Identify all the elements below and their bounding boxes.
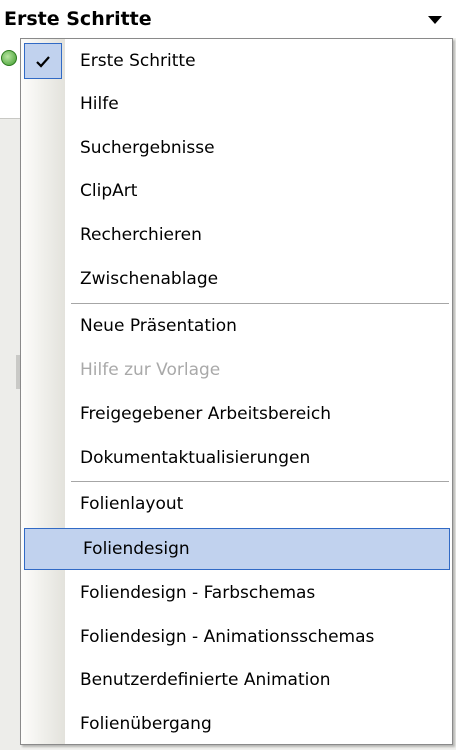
screen: Erste Schritte Erste Schritte Hilfe Such…	[0, 0, 456, 750]
menu-item-recherchieren[interactable]: Recherchieren	[21, 214, 452, 256]
back-icon[interactable]	[1, 50, 17, 66]
menu-item-suchergebnisse[interactable]: Suchergebnisse	[21, 127, 452, 169]
menu-item-folienuebergang[interactable]: Folienübergang	[21, 703, 452, 745]
menu-item-label: Folienlayout	[80, 494, 184, 514]
task-pane-header[interactable]: Erste Schritte	[0, 0, 456, 38]
menu-item-folienlayout[interactable]: Folienlayout	[21, 483, 452, 525]
menu-item-label: Foliendesign	[83, 539, 190, 559]
menu-item-label: Recherchieren	[80, 225, 202, 245]
triangle-down-icon[interactable]	[428, 16, 442, 24]
menu-item-zwischenablage[interactable]: Zwischenablage	[21, 258, 452, 300]
menu-item-neue-praesentation[interactable]: Neue Präsentation	[21, 305, 452, 347]
menu-item-dokumentaktualisierungen[interactable]: Dokumentaktualisierungen	[21, 437, 452, 479]
menu-item-foliendesign[interactable]: Foliendesign	[24, 528, 450, 570]
menu-item-label: Zwischenablage	[80, 269, 219, 289]
task-pane-title: Erste Schritte	[4, 8, 152, 30]
menu-item-hilfe-zur-vorlage: Hilfe zur Vorlage	[21, 349, 452, 391]
menu-item-label: Freigegebener Arbeitsbereich	[80, 404, 331, 424]
menu-item-label: Benutzerdefinierte Animation	[80, 670, 331, 690]
menu-item-label: Dokumentaktualisierungen	[80, 448, 311, 468]
menu-item-label: Suchergebnisse	[80, 138, 215, 158]
menu-item-foliendesign-animationsschemas[interactable]: Foliendesign - Animationsschemas	[21, 616, 452, 658]
menu-item-hilfe[interactable]: Hilfe	[21, 83, 452, 125]
menu-item-label: ClipArt	[80, 181, 138, 201]
menu-separator	[71, 303, 449, 304]
menu-item-benutzerdefinierte-animation[interactable]: Benutzerdefinierte Animation	[21, 659, 452, 701]
background-divider	[0, 118, 20, 119]
task-pane-menu: Erste Schritte Hilfe Suchergebnisse Clip…	[20, 38, 453, 745]
menu-separator	[71, 481, 449, 482]
menu-item-label: Foliendesign - Animationsschemas	[80, 627, 375, 647]
menu-item-label: Neue Präsentation	[80, 316, 237, 336]
menu-item-freigegebener-arbeitsbereich[interactable]: Freigegebener Arbeitsbereich	[21, 393, 452, 435]
menu-item-label: Hilfe zur Vorlage	[80, 360, 221, 380]
menu-item-label: Erste Schritte	[80, 51, 196, 71]
menu-item-label: Hilfe	[80, 94, 119, 114]
menu-item-label: Folienübergang	[80, 714, 212, 734]
menu-item-erste-schritte[interactable]: Erste Schritte	[21, 40, 452, 82]
menu-item-foliendesign-farbschemas[interactable]: Foliendesign - Farbschemas	[21, 572, 452, 614]
menu-item-label: Foliendesign - Farbschemas	[80, 583, 316, 603]
checkmark-icon	[36, 56, 50, 68]
menu-item-clipart[interactable]: ClipArt	[21, 170, 452, 212]
checked-indicator	[24, 43, 62, 79]
background-pane	[0, 38, 20, 750]
